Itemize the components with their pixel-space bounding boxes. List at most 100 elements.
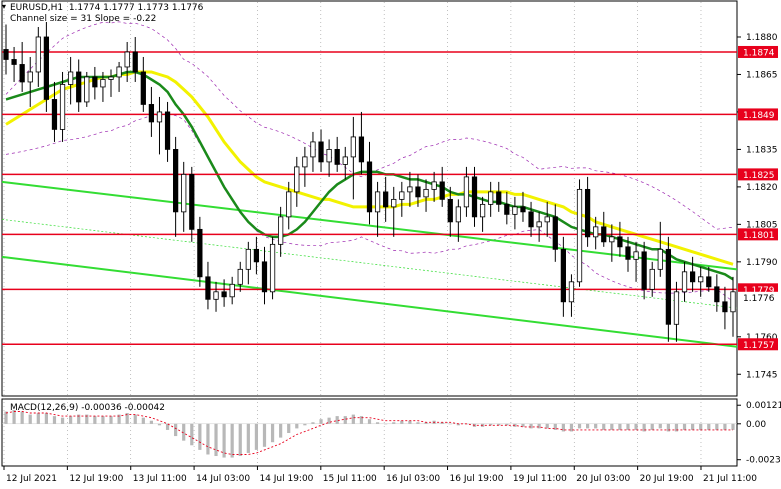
candle-body — [463, 176, 470, 208]
macd-histogram-bar — [699, 423, 703, 430]
macd-histogram-bar — [577, 423, 582, 429]
candle-body — [35, 36, 41, 73]
candle-body — [19, 64, 25, 83]
trend-line — [1, 255, 738, 348]
candle-body — [156, 111, 163, 123]
candle-body — [197, 228, 203, 278]
macd-histogram-bar — [149, 420, 153, 424]
candle-body — [374, 191, 381, 213]
macd-histogram-bar — [214, 423, 218, 457]
candle-body — [544, 216, 550, 223]
level-price-tag-label: 1.1849 — [743, 111, 775, 121]
candle-body — [213, 291, 219, 300]
macd-histogram-bar — [723, 423, 727, 430]
macd-histogram-bar — [206, 423, 210, 455]
macd-histogram-bar — [586, 423, 590, 429]
x-tick-label: 14 Jul 19:00 — [259, 474, 313, 484]
macd-histogram-bar — [246, 423, 250, 453]
macd-y-tick-label: 0.00 — [746, 420, 766, 430]
candle-body — [124, 51, 130, 68]
candle-body — [447, 198, 453, 223]
macd-histogram-bar — [93, 416, 97, 424]
candle-body — [714, 286, 720, 303]
macd-histogram-bar — [715, 423, 719, 430]
candle-body — [310, 141, 316, 158]
macd-histogram-bar — [634, 423, 638, 430]
macd-histogram-bar — [537, 423, 541, 429]
macd-histogram-bar — [351, 414, 355, 424]
macd-y-tick-label: 0.00121 — [746, 401, 781, 411]
candle-body — [237, 268, 243, 285]
macd-histogram-bar — [691, 423, 695, 430]
macd-histogram-bar — [109, 416, 113, 424]
candle-body — [520, 206, 526, 213]
y-tick-label: 1.1745 — [746, 370, 778, 380]
candle-body — [431, 181, 437, 190]
macd-histogram-bar — [343, 416, 347, 424]
macd-histogram-bar — [400, 420, 404, 424]
macd-histogram-bar — [367, 419, 372, 424]
x-tick-label: 20 Jul 19:00 — [640, 474, 694, 484]
macd-histogram-bar — [650, 423, 654, 430]
candle-body — [164, 111, 171, 150]
candle-body — [108, 76, 114, 80]
level-price-tag-label: 1.1874 — [743, 48, 775, 58]
chart-menu-arrow-icon[interactable]: ▾ — [2, 2, 6, 11]
candle-body — [51, 99, 58, 130]
macd-histogram-bar — [270, 423, 275, 443]
candle-body — [665, 248, 671, 325]
candle-body — [148, 104, 155, 123]
candle-body — [455, 206, 461, 223]
candle-body — [407, 186, 413, 193]
candle-body — [601, 226, 607, 243]
candle-body — [722, 301, 728, 313]
macd-histogram-bar — [230, 423, 234, 458]
candle-body — [560, 248, 566, 303]
y-tick-label: 1.1835 — [746, 145, 778, 155]
candle-body — [221, 291, 227, 298]
channel-info-label: Channel size = 31 Slope = -0.22 — [10, 14, 157, 24]
candle-body — [318, 141, 324, 163]
macd-histogram-bar — [408, 420, 412, 424]
price-chart: 12 Jul 2021 12 Jul 19:00 13 Jul 11:00 14 Ju… — [1, 0, 781, 484]
candle-body — [528, 211, 534, 228]
candle-body — [488, 191, 494, 205]
candle-body — [415, 186, 421, 198]
candle-body — [116, 66, 122, 78]
candle-body — [479, 203, 486, 218]
candle-body — [3, 49, 9, 60]
macd-histogram-bar — [295, 423, 299, 429]
symbol-ohlc-label: EURUSD,H1 1.1774 1.1777 1.1773 1.1776 — [10, 3, 204, 13]
macd-label: MACD(12,26,9) -0.00036 -0.00042 — [10, 403, 166, 413]
x-tick-label: 19 Jul 11:00 — [513, 474, 567, 484]
macd-y-tick-label: -0.00234 — [746, 456, 781, 466]
candle-body — [689, 271, 696, 283]
candle-body — [286, 191, 292, 218]
macd-histogram-bar — [731, 423, 735, 430]
level-price-tag-label: 1.1757 — [743, 341, 775, 351]
current-price-tag-label: 1.1776 — [743, 294, 775, 304]
candle-body — [423, 188, 429, 198]
macd-histogram-bar — [335, 416, 339, 424]
candle-body — [326, 149, 332, 163]
candle-body — [593, 226, 599, 238]
y-tick-label: 1.1865 — [746, 70, 778, 80]
macd-histogram-bar — [279, 423, 283, 438]
candle-body — [11, 59, 17, 65]
macd-histogram-bar — [658, 423, 662, 429]
macd-histogram-bar — [594, 423, 598, 429]
candle-body — [536, 221, 542, 228]
macd-histogram-bar — [69, 416, 73, 424]
macd-histogram-bar — [545, 423, 549, 429]
macd-histogram-bar — [303, 423, 307, 426]
candle-body — [584, 188, 591, 238]
x-tick-label: 13 Jul 11:00 — [133, 474, 187, 484]
macd-histogram-bar — [626, 423, 630, 430]
macd-histogram-bar — [618, 423, 622, 430]
x-tick-label: 16 Jul 03:00 — [386, 474, 440, 484]
candle-body — [391, 198, 397, 208]
macd-histogram-bar — [375, 422, 380, 424]
candle-body — [366, 161, 373, 213]
candle-body — [43, 36, 50, 100]
candle-body — [641, 251, 647, 290]
